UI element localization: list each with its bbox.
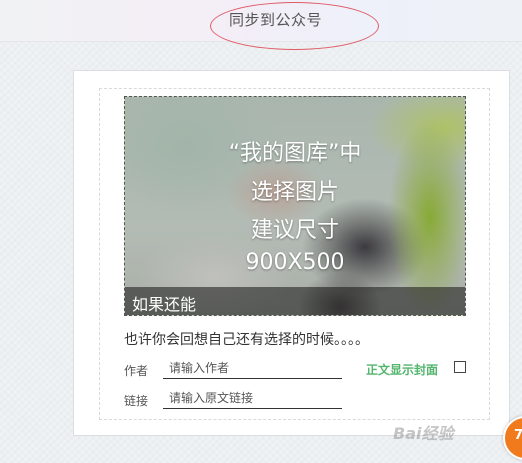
author-label: 作者 (124, 364, 149, 378)
cover-hint-line-4: 900X500 (245, 250, 345, 275)
cover-caption-bar: 如果还能 (125, 287, 465, 315)
show-cover-checkbox[interactable] (454, 361, 466, 373)
cover-hint-line-2: 选择图片 (250, 180, 339, 205)
cover-hint-line-3: 建议尺寸 (250, 218, 339, 243)
article-title-caption: 如果还能 (132, 295, 197, 314)
watermark-logo: Bai经验 (393, 424, 454, 443)
cover-hint-line-1: “我的图库”中 (228, 141, 362, 166)
article-summary: 也许你会回想自己还有选择的时候。。。。 (124, 332, 369, 348)
annotation-ellipse (210, 2, 379, 50)
floating-button-label: 7 (514, 428, 522, 443)
show-cover-label[interactable]: 正文显示封面 (366, 361, 438, 378)
cover-image-picker[interactable]: “我的图库”中 选择图片 建议尺寸 900X500 如果还能 (124, 96, 466, 316)
author-input[interactable] (163, 357, 342, 379)
cover-overlay (125, 97, 465, 315)
source-link-input[interactable] (163, 387, 342, 409)
header-bar: 同步到公众号 (0, 0, 522, 50)
link-label: 链接 (124, 394, 149, 408)
